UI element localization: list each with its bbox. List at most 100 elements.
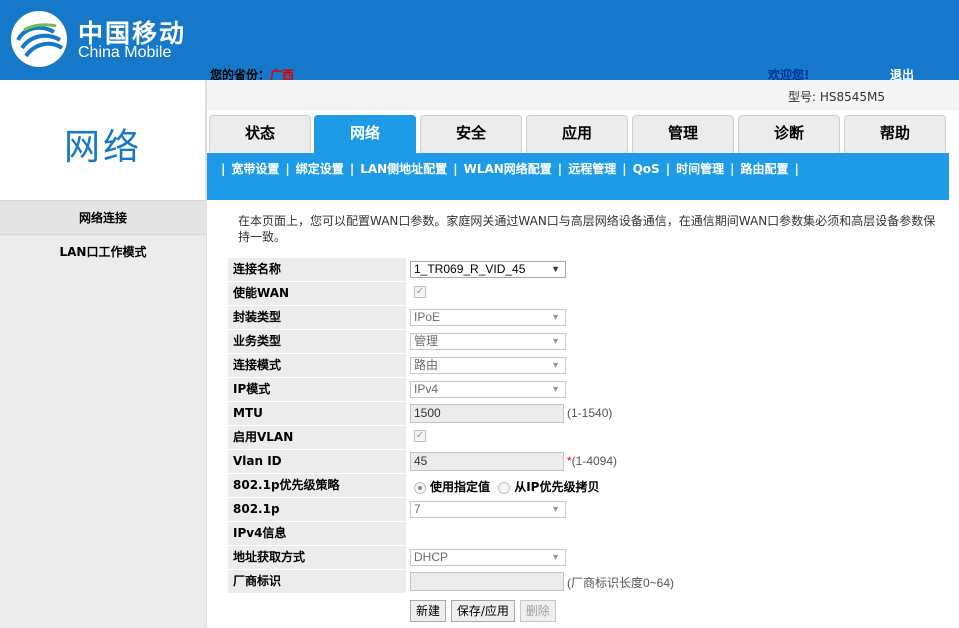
connection-name-label: 连接名称 — [228, 258, 406, 282]
priority-policy-radio-group: 使用指定值 从IP优先级拷贝 — [410, 478, 599, 495]
subnav-remote-management[interactable]: 远程管理 — [568, 162, 616, 176]
form-row-vendor-id: 厂商标识 (厂商标识长度0~64) — [228, 570, 674, 594]
vendor-id-label: 厂商标识 — [228, 570, 406, 594]
chevron-down-icon: ▼ — [551, 384, 560, 394]
tab-security[interactable]: 安全 — [420, 115, 522, 153]
subnav-separator: | — [453, 162, 458, 176]
form-row-mtu: MTU 1500 (1-1540) — [228, 402, 653, 426]
form-row-addr-method: 地址获取方式 DHCP ▼ — [228, 546, 653, 570]
ip-mode-label: IP模式 — [228, 378, 406, 402]
subnav-binding[interactable]: 绑定设置 — [296, 162, 344, 176]
tab-network[interactable]: 网络 — [314, 115, 416, 153]
form-row-connection-mode: 连接模式 路由 ▼ — [228, 354, 653, 378]
dot1p-value: 7 — [414, 502, 421, 516]
tab-help[interactable]: 帮助 — [844, 115, 946, 153]
chevron-down-icon: ▼ — [551, 360, 560, 370]
form-row-vlan-id: Vlan ID 45 *(1-4094) — [228, 450, 653, 474]
form-row-encap-type: 封装类型 IPoE ▼ — [228, 306, 653, 330]
chevron-down-icon: ▼ — [551, 312, 560, 322]
model-strip: 型号: HS8545M5 — [207, 80, 959, 110]
form-row-dot1p: 802.1p 7 ▼ — [228, 498, 653, 522]
service-type-label: 业务类型 — [228, 330, 406, 354]
delete-button[interactable]: 删除 — [519, 600, 556, 622]
subnav-qos[interactable]: QoS — [633, 162, 660, 176]
encap-type-select[interactable]: IPoE ▼ — [410, 309, 566, 326]
chevron-down-icon: ▼ — [551, 552, 560, 562]
brand-name-en: China Mobile — [78, 44, 172, 61]
chevron-down-icon: ▼ — [551, 504, 560, 514]
priority-specified-label: 使用指定值 — [430, 480, 491, 494]
form-row-ip-mode: IP模式 IPv4 ▼ — [228, 378, 653, 402]
form-actions: 新建 保存/应用 删除 — [410, 600, 557, 622]
mtu-label: MTU — [228, 402, 406, 426]
connection-mode-select[interactable]: 路由 ▼ — [410, 357, 566, 374]
chevron-down-icon: ▼ — [551, 336, 560, 346]
subnav-separator: | — [557, 162, 563, 176]
tab-application[interactable]: 应用 — [526, 115, 628, 153]
sidebar-item-lan-mode[interactable]: LAN口工作模式 — [0, 235, 206, 270]
subnav-list: | 宽带设置 | 绑定设置 | LAN侧地址配置 | WLAN网络配置 | 远程管理 | QoS | 时间… — [215, 160, 805, 177]
china-mobile-logo-icon — [11, 11, 67, 67]
ipv4-info-label: IPv4信息 — [228, 522, 406, 546]
encap-type-value: IPoE — [414, 310, 441, 324]
subnav-wlan[interactable]: WLAN网络配置 — [464, 162, 552, 176]
ip-mode-select[interactable]: IPv4 ▼ — [410, 381, 566, 398]
priority-specified-radio[interactable] — [414, 481, 426, 494]
device-model: 型号: HS8545M5 — [787, 90, 885, 104]
connection-name-select[interactable]: 1_TR069_R_VID_45 ▼ — [410, 261, 566, 278]
subnav-separator: | — [665, 162, 671, 176]
vlan-id-label: Vlan ID — [228, 450, 406, 474]
addr-method-label: 地址获取方式 — [228, 546, 406, 570]
enable-vlan-label: 启用VLAN — [228, 426, 406, 450]
new-button[interactable]: 新建 — [410, 600, 447, 622]
priority-copy-label: 从IP优先级拷贝 — [514, 480, 600, 494]
save-apply-button[interactable]: 保存/应用 — [450, 600, 515, 622]
vlan-id-input[interactable]: 45 — [410, 452, 564, 471]
form-row-priority-policy: 802.1p优先级策略 使用指定值 从IP优先级拷贝 — [228, 474, 653, 498]
connection-mode-value: 路由 — [414, 358, 439, 372]
enable-wan-label: 使能WAN — [228, 282, 406, 306]
subnav-separator: | — [794, 162, 799, 176]
main-tabs: 状态 网络 安全 应用 管理 诊断 帮助 — [207, 115, 959, 153]
enable-vlan-checkbox[interactable]: ✓ — [414, 430, 426, 442]
enable-wan-checkbox[interactable]: ✓ — [414, 286, 426, 298]
addr-method-value: DHCP — [414, 550, 449, 564]
sidebar: 网络连接 LAN口工作模式 — [0, 200, 206, 628]
connection-mode-label: 连接模式 — [228, 354, 406, 378]
subnav-separator: | — [730, 162, 735, 176]
subnav-lan-address[interactable]: LAN侧地址配置 — [360, 162, 447, 176]
form-row-ipv4-info: IPv4信息 — [228, 522, 653, 546]
subnav-time-management[interactable]: 时间管理 — [676, 162, 724, 176]
sidebar-item-network-connection[interactable]: 网络连接 — [0, 200, 206, 235]
form-row-enable-wan: 使能WAN ✓ — [228, 282, 653, 306]
addr-method-select[interactable]: DHCP ▼ — [410, 549, 566, 566]
wan-config-form: 连接名称 1_TR069_R_VID_45 ▼ 使能WAN ✓ 封装类型 IPoE… — [228, 258, 674, 594]
tab-management[interactable]: 管理 — [632, 115, 734, 153]
header-bar: 中国移动 China Mobile 您的省份：广西 欢迎您! 退出 — [0, 0, 959, 82]
subnav-routing[interactable]: 路由配置 — [740, 162, 788, 176]
encap-type-label: 封装类型 — [228, 306, 406, 330]
priority-policy-label: 802.1p优先级策略 — [228, 474, 406, 498]
tab-status[interactable]: 状态 — [209, 115, 311, 153]
vendor-id-input[interactable] — [410, 572, 564, 591]
connection-name-value: 1_TR069_R_VID_45 — [414, 262, 526, 276]
form-row-enable-vlan: 启用VLAN ✓ — [228, 426, 653, 450]
dot1p-select[interactable]: 7 ▼ — [410, 501, 566, 518]
service-type-value: 管理 — [414, 334, 439, 348]
tab-diagnosis[interactable]: 诊断 — [738, 115, 840, 153]
subnav-separator: | — [285, 162, 290, 176]
form-row-connection-name: 连接名称 1_TR069_R_VID_45 ▼ — [228, 258, 653, 282]
vlan-id-range-hint: *(1-4094) — [567, 454, 617, 468]
service-type-select[interactable]: 管理 ▼ — [410, 333, 566, 350]
subnav-separator: | — [349, 162, 355, 176]
subnav-separator: | — [221, 162, 226, 176]
vlan-id-range: (1-4094) — [571, 454, 618, 468]
mtu-input[interactable]: 1500 — [410, 404, 564, 423]
section-title: 网络 — [63, 127, 142, 168]
subnav-broadband[interactable]: 宽带设置 — [231, 162, 279, 176]
priority-copy-radio[interactable] — [498, 481, 511, 494]
sub-navigation: | 宽带设置 | 绑定设置 | LAN侧地址配置 | WLAN网络配置 | 远程管理 | QoS | 时间… — [207, 153, 949, 200]
vendor-id-length-hint: (厂商标识长度0~64) — [567, 576, 675, 590]
mtu-range-hint: (1-1540) — [567, 406, 613, 420]
dot1p-label: 802.1p — [228, 498, 406, 522]
